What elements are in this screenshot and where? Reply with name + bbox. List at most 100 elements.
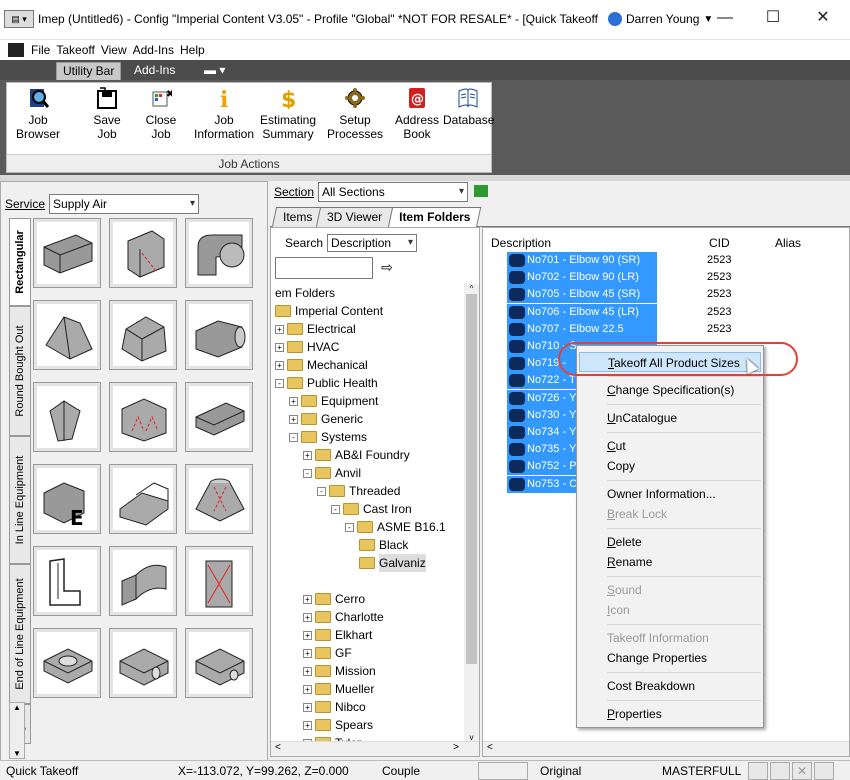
list-item[interactable]: No707 - Elbow 22.5: [507, 320, 657, 338]
tree-node[interactable]: + Cerro: [303, 590, 365, 608]
expand-icon[interactable]: +: [275, 324, 284, 334]
expand-icon[interactable]: +: [303, 648, 312, 658]
estimating-summary-button[interactable]: $ Estimating Summary: [257, 87, 319, 141]
expand-icon[interactable]: +: [275, 342, 284, 352]
pattern-swept-branch[interactable]: [109, 546, 177, 616]
status-pencil-icon[interactable]: [770, 762, 790, 780]
tree-node[interactable]: + Spears: [303, 716, 373, 734]
pattern-box[interactable]: [109, 464, 177, 534]
tree-node[interactable]: + Equipment: [289, 392, 378, 410]
menu-item[interactable]: Owner Information...: [607, 484, 716, 504]
pattern-square-to-round[interactable]: [185, 300, 253, 370]
list-item[interactable]: No702 - Elbow 90 (LR): [507, 269, 657, 287]
list-hscrollbar[interactable]: <: [483, 741, 849, 756]
expand-icon[interactable]: +: [303, 684, 312, 694]
pattern-riser[interactable]: [33, 546, 101, 616]
status-full[interactable]: FULL: [712, 764, 741, 778]
menu-takeoff[interactable]: Takeoff: [53, 43, 97, 57]
pattern-end-cap[interactable]: E: [33, 464, 101, 534]
add-section-icon[interactable]: [474, 185, 488, 197]
scroll-up-icon[interactable]: ▲: [10, 703, 24, 712]
search-input[interactable]: [275, 257, 373, 279]
collapse-icon[interactable]: -: [345, 522, 354, 532]
pattern-tee[interactable]: [109, 382, 177, 452]
tree-scroll-thumb[interactable]: [466, 294, 477, 664]
tree-node[interactable]: + Mueller: [303, 680, 374, 698]
menu-item[interactable]: Change Specification(s): [607, 380, 734, 400]
tree-node[interactable]: + Nibco: [303, 698, 366, 716]
pattern-damper[interactable]: [185, 546, 253, 616]
scroll-down-icon[interactable]: ▼: [10, 749, 24, 758]
collapse-icon[interactable]: -: [331, 504, 340, 514]
list-item[interactable]: No701 - Elbow 90 (SR): [507, 252, 657, 269]
tree-node[interactable]: + HVAC: [275, 338, 339, 356]
menu-file[interactable]: File: [28, 43, 53, 57]
status-original[interactable]: Original: [540, 764, 581, 778]
expand-icon[interactable]: +: [303, 630, 312, 640]
menu-item[interactable]: Change Properties: [607, 648, 707, 668]
pattern-plenum-side[interactable]: [109, 628, 177, 698]
tab-3d-viewer[interactable]: 3D Viewer: [315, 207, 394, 227]
expand-icon[interactable]: +: [303, 612, 312, 622]
collapse-icon[interactable]: -: [275, 378, 284, 388]
collapse-icon[interactable]: -: [289, 432, 298, 442]
menu-item[interactable]: UnCatalogue: [607, 408, 677, 428]
pattern-hood[interactable]: [185, 464, 253, 534]
scroll-right-icon[interactable]: >: [453, 742, 459, 753]
tree-node[interactable]: + AB&I Foundry: [303, 446, 410, 464]
tree-node[interactable]: Imperial Content: [275, 302, 383, 320]
tab-utility-bar[interactable]: Utility Bar: [56, 62, 122, 80]
status-couple[interactable]: Couple: [382, 764, 420, 778]
user-account-button[interactable]: Darren Young ▼: [604, 10, 718, 28]
status-toggle-1-icon[interactable]: [748, 762, 768, 780]
tree-node[interactable]: - Threaded: [317, 482, 400, 500]
menu-add-ins[interactable]: Add-Ins: [130, 43, 177, 57]
list-item[interactable]: No705 - Elbow 45 (SR): [507, 286, 657, 304]
menu-item[interactable]: Delete: [607, 532, 642, 552]
service-dropdown[interactable]: Supply Air ▾: [49, 194, 200, 214]
expand-icon[interactable]: +: [303, 666, 312, 676]
search-mode-dropdown[interactable]: Description ▾: [327, 234, 418, 252]
close-button[interactable]: ✕: [800, 4, 846, 34]
tree-node[interactable]: + GF: [303, 644, 352, 662]
setup-processes-button[interactable]: Setup Processes: [325, 87, 385, 141]
tree-hscrollbar[interactable]: < >: [271, 741, 479, 756]
expand-icon[interactable]: +: [303, 702, 312, 712]
pattern-transition[interactable]: [109, 218, 177, 288]
tree-node[interactable]: + Charlotte: [303, 608, 384, 626]
tab-item-folders[interactable]: Item Folders: [387, 207, 482, 228]
menu-item[interactable]: Copy: [607, 456, 635, 476]
scroll-up-icon[interactable]: ^: [464, 284, 479, 293]
tree-node[interactable]: + Electrical: [275, 320, 356, 338]
tree-node[interactable]: Galvaniz: [359, 554, 426, 572]
job-information-button[interactable]: i Job Information: [193, 87, 255, 141]
expand-icon[interactable]: +: [303, 720, 312, 730]
pattern-offset[interactable]: [33, 300, 101, 370]
tree-node[interactable]: Black: [359, 536, 408, 554]
tree-node[interactable]: + Mechanical: [275, 356, 368, 374]
tree-node[interactable]: - ASME B16.1: [345, 518, 446, 536]
tree-node[interactable]: + Mission: [303, 662, 376, 680]
tab-round-bought-out[interactable]: Round Bought Out: [9, 306, 31, 436]
ribbon-options-icon[interactable]: ▬ ▾: [198, 62, 231, 80]
column-header-cid[interactable]: CID: [709, 236, 730, 250]
pattern-plenum-round[interactable]: [33, 628, 101, 698]
pattern-flat-duct[interactable]: [185, 382, 253, 452]
status-cross-icon[interactable]: ✕: [792, 762, 812, 780]
expand-icon[interactable]: +: [289, 414, 298, 424]
tree-node[interactable]: em Folders: [275, 284, 335, 302]
app-menu-icon[interactable]: [8, 43, 24, 57]
search-go-button[interactable]: ⇨: [375, 257, 399, 279]
tab-in-line-equipment[interactable]: In Line Equipment: [9, 436, 31, 564]
save-job-button[interactable]: Save Job: [83, 87, 131, 141]
status-check-icon[interactable]: [814, 762, 834, 780]
column-header-description[interactable]: Description: [491, 236, 551, 250]
expand-icon[interactable]: +: [303, 450, 312, 460]
tree-node[interactable]: + Generic: [289, 410, 363, 428]
scroll-left-icon[interactable]: <: [275, 742, 281, 753]
database-button[interactable]: Database: [443, 87, 494, 127]
tree-scrollbar[interactable]: ^ v: [464, 284, 479, 742]
scroll-left-icon[interactable]: <: [487, 742, 493, 753]
tree-node[interactable]: - Cast Iron: [331, 500, 412, 518]
expand-icon[interactable]: +: [275, 360, 284, 370]
